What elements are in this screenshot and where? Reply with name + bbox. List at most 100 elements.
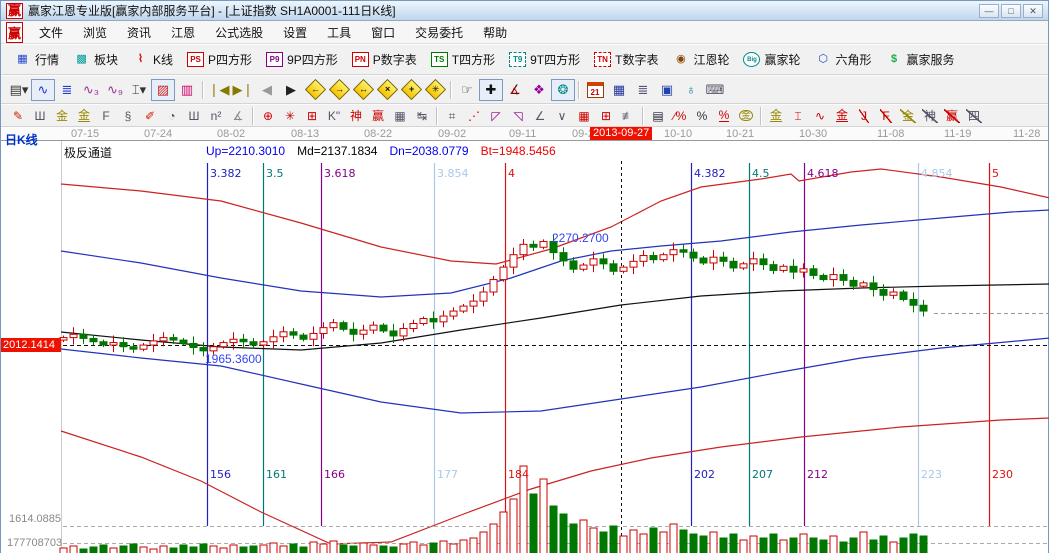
grid-123-button[interactable]: ▦ [389, 106, 411, 125]
nav-next-button[interactable]: ▶ [279, 79, 303, 101]
shift-right-button[interactable]: → [327, 79, 351, 101]
candle-marker-button[interactable]: ⌶ [787, 106, 809, 125]
nav-first-button[interactable]: ❘◀ [207, 79, 231, 101]
golden-section-button[interactable]: 金 [51, 106, 73, 125]
gold-hline-button[interactable]: 金 [765, 106, 787, 125]
wave-window-button[interactable]: ∿ [809, 106, 831, 125]
menu-item-2[interactable]: 资讯 [117, 21, 161, 44]
gann-lines-button[interactable]: Ш [29, 106, 51, 125]
web-box-button[interactable]: ⊞ [301, 106, 323, 125]
win-angle-button[interactable]: 赢 [941, 106, 963, 125]
menu-item-1[interactable]: 浏览 [73, 21, 117, 44]
menu-item-4[interactable]: 公式选股 [205, 21, 273, 44]
gold-angle-button[interactable]: 金 [897, 106, 919, 125]
kline-button[interactable]: ⌇K线 [125, 48, 180, 72]
print-button[interactable]: ⌨ [703, 79, 727, 101]
angle-tool-button[interactable]: ∡ [503, 79, 527, 101]
golden-gate-button[interactable]: 金 [73, 106, 95, 125]
winner-service-button[interactable]: $赢家服务 [879, 48, 962, 72]
win-lines-button[interactable]: 赢 [367, 106, 389, 125]
nav-last-button[interactable]: ▶❘ [231, 79, 255, 101]
p-number-table-button[interactable]: PNP数字表 [345, 48, 424, 72]
spiral-grid-button[interactable]: ❂ [551, 79, 575, 101]
angle-rays-button[interactable]: ∠ [529, 106, 551, 125]
flower-grid-button[interactable]: ❖ [527, 79, 551, 101]
winner-wheel-button[interactable]: Big赢家轮 [736, 48, 807, 72]
percent-retrace-button[interactable]: ∕% [669, 106, 691, 125]
shear-lines-button[interactable]: ≢ [617, 106, 639, 125]
menu-item-7[interactable]: 窗口 [361, 21, 405, 44]
maximize-button[interactable]: □ [1001, 4, 1021, 18]
t-number-table-button[interactable]: TNT数字表 [587, 48, 665, 72]
f-angle-button[interactable]: F [875, 106, 897, 125]
gann-wheel-button[interactable]: ◉江恩轮 [665, 48, 736, 72]
coil-lines-button[interactable]: § [117, 106, 139, 125]
p-square-button[interactable]: PSP四方形 [180, 48, 259, 72]
v-wave-button[interactable]: ∨ [551, 106, 573, 125]
circle-cross-button[interactable]: ⊕ [257, 106, 279, 125]
box-measure-button[interactable]: ⌗ [441, 106, 463, 125]
shen-angle-button[interactable]: 神 [919, 106, 941, 125]
single-candle-dropdown[interactable]: ⌶▾ [127, 79, 151, 101]
close-button[interactable]: ✕ [1023, 4, 1043, 18]
crosshair-tool-button[interactable]: ✚ [479, 79, 503, 101]
hand-tool-button[interactable]: ☞ [455, 79, 479, 101]
sector-blocks-button[interactable]: ▩板块 [66, 48, 125, 72]
shift-left-button[interactable]: ← [303, 79, 327, 101]
zigzag-tool-button[interactable]: ∿ [31, 79, 55, 101]
gann-web-button[interactable]: ✳ [279, 106, 301, 125]
fibonacci-lines-button[interactable]: F [95, 106, 117, 125]
market-quotes-button[interactable]: ▦行情 [7, 48, 66, 72]
menu-item-9[interactable]: 帮助 [473, 21, 517, 44]
k-quote-button[interactable]: K" [323, 106, 345, 125]
t-square-button[interactable]: TST四方形 [424, 48, 502, 72]
comb-lines-button[interactable]: Ш [183, 106, 205, 125]
n2-lines-button[interactable]: n² [205, 106, 227, 125]
chart-area[interactable]: 07-1507-2408-0208-1308-2209-0209-1109-21… [1, 127, 1048, 553]
menu-item-5[interactable]: 设置 [273, 21, 317, 44]
four-angle-button[interactable]: 四 [963, 106, 985, 125]
wave-3-button[interactable]: ∿₃ [79, 79, 103, 101]
gold-channel-button[interactable]: 金 [831, 106, 853, 125]
chart-type-dropdown[interactable]: ▤▾ [7, 79, 31, 101]
angle-gauge-button[interactable]: ∡ [227, 106, 249, 125]
wave-9-button[interactable]: ∿₉ [103, 79, 127, 101]
menu-item-6[interactable]: 工具 [317, 21, 361, 44]
period-label[interactable]: 日K线 [5, 131, 38, 148]
zoom-cross-button[interactable]: + [399, 79, 423, 101]
volume-profile-button[interactable]: ▥ [175, 79, 199, 101]
span-measure-button[interactable]: ↹ [411, 106, 433, 125]
export-web-button[interactable]: ♁ [679, 79, 703, 101]
nav-prev-button[interactable]: ◀ [255, 79, 279, 101]
zoom-all-button[interactable]: ✳ [423, 79, 447, 101]
gann-fan-button[interactable]: ⋰ [463, 106, 485, 125]
pattern-search-button[interactable]: ▨ [151, 79, 175, 101]
info-panel-button[interactable]: ≣ [55, 79, 79, 101]
price-ladder-button[interactable]: ▤ [647, 106, 669, 125]
notes-button[interactable]: ≣ [631, 79, 655, 101]
calculator-button[interactable]: ▦ [607, 79, 631, 101]
shen-lines-button[interactable]: 神 [345, 106, 367, 125]
fan-box-button[interactable]: ◸ [485, 106, 507, 125]
brush-pen-button[interactable]: ✎ [7, 106, 29, 125]
zoom-diag-button[interactable]: × [375, 79, 399, 101]
red-grid-arrow-button[interactable]: ⊞ [595, 106, 617, 125]
menu-item-0[interactable]: 文件 [29, 21, 73, 44]
gold-circle-button[interactable]: 金 [735, 106, 757, 125]
minimize-button[interactable]: — [979, 4, 999, 18]
hexagon-button[interactable]: ⬡六角形 [808, 48, 879, 72]
red-grid-button[interactable]: ▦ [573, 106, 595, 125]
expand-h-button[interactable]: ↔ [351, 79, 375, 101]
percent-button[interactable]: % [691, 106, 713, 125]
percent-line-button[interactable]: % [713, 106, 735, 125]
protractor-button[interactable]: ◔ [161, 106, 183, 125]
menu-item-8[interactable]: 交易委托 [405, 21, 473, 44]
kline-plot[interactable] [1, 127, 1049, 553]
menu-item-3[interactable]: 江恩 [161, 21, 205, 44]
fan-box2-button[interactable]: ◹ [507, 106, 529, 125]
9t-square-button[interactable]: T99T四方形 [502, 48, 587, 72]
j-angle-button[interactable]: J [853, 106, 875, 125]
calendar-button[interactable]: 21 [583, 79, 607, 101]
9p-square-button[interactable]: P99P四方形 [259, 48, 345, 72]
pen-ruler-button[interactable]: ✐ [139, 106, 161, 125]
